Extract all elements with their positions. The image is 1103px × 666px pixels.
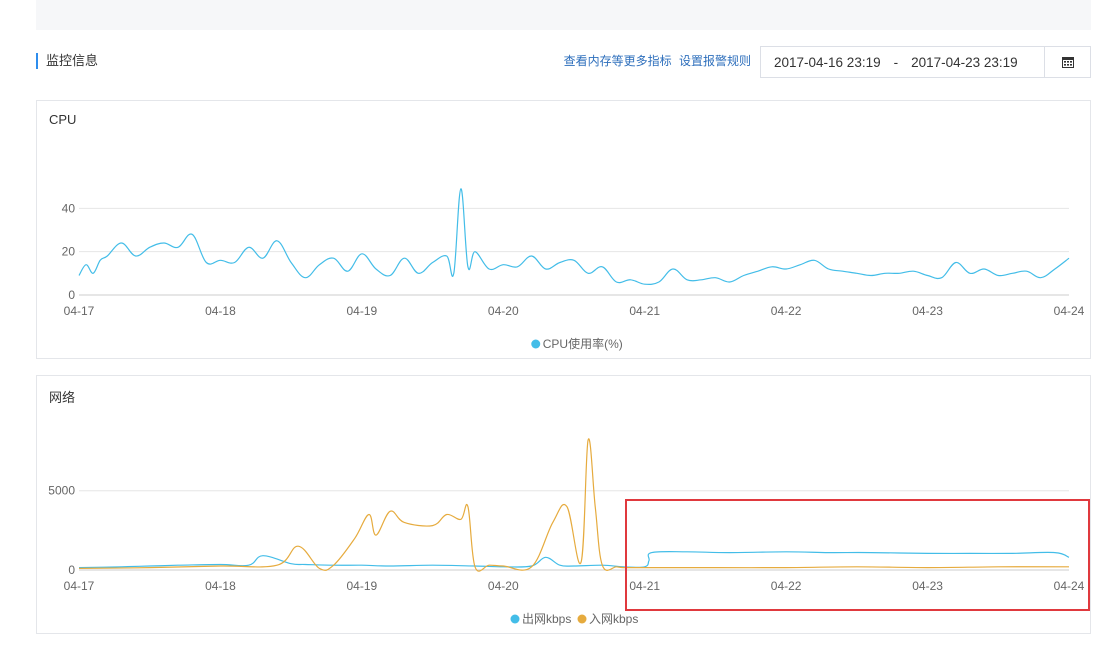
cpu-x-tick-label: 04-21 xyxy=(629,304,660,318)
top-filler-bar xyxy=(36,0,1091,30)
more-metrics-link[interactable]: 查看内存等更多指标 xyxy=(564,54,672,68)
network-x-tick-label: 04-24 xyxy=(1054,579,1085,593)
calendar-icon xyxy=(1061,57,1074,68)
network-chart: 0 5000 04-17 04-18 04-19 04-20 04-21 04-22 04-23… xyxy=(48,438,1085,626)
network-series-line-0 xyxy=(78,551,1070,569)
cpu-x-tick-label: 04-22 xyxy=(771,304,802,318)
network-x-tick-label: 04-23 xyxy=(912,579,943,593)
cpu-x-tick-label: 04-18 xyxy=(205,304,236,318)
network-legend-label[interactable]: 入网kbps xyxy=(589,612,638,626)
network-y-tick-label: 0 xyxy=(68,563,75,577)
network-legend-marker[interactable] xyxy=(510,614,520,624)
cpu-chart-panel: CPU 0 20 40 04-17 04-18 04-19 04-20 04-21 04-22 0… xyxy=(36,100,1091,359)
network-series-line-1 xyxy=(78,438,1070,572)
cpu-chart: 0 20 40 04-17 04-18 04-19 04-20 04-21 04-22 04-23… xyxy=(62,188,1085,351)
cpu-y-tick-label: 20 xyxy=(62,245,76,259)
network-chart-panel: 网络 0 5000 04-17 04-18 04-19 04-20 04-21 04-22 04… xyxy=(36,375,1091,634)
date-range-text[interactable]: 2017-04-16 23:19 - 2017-04-23 23:19 xyxy=(761,55,1044,70)
cpu-legend-label[interactable]: CPU使用率(%) xyxy=(543,336,623,351)
network-x-tick-label: 04-19 xyxy=(347,579,378,593)
alarm-rules-link[interactable]: 设置报警规则 xyxy=(679,54,751,68)
cpu-x-tick-label: 04-20 xyxy=(488,304,519,318)
network-x-tick-label: 04-18 xyxy=(205,579,236,593)
header-links: 查看内存等更多指标 设置报警规则 xyxy=(564,53,751,69)
calendar-button[interactable] xyxy=(1044,47,1090,77)
network-legend-marker[interactable] xyxy=(577,614,587,624)
cpu-y-tick-label: 40 xyxy=(62,201,76,215)
date-range-picker[interactable]: 2017-04-16 23:19 - 2017-04-23 23:19 xyxy=(760,46,1091,78)
network-legend-label[interactable]: 出网kbps xyxy=(522,612,571,626)
cpu-legend-marker[interactable] xyxy=(531,339,541,349)
network-x-tick-label: 04-21 xyxy=(629,579,660,593)
network-x-tick-label: 04-22 xyxy=(771,579,802,593)
network-y-tick-label: 5000 xyxy=(48,484,75,498)
cpu-x-tick-label: 04-19 xyxy=(347,304,378,318)
cpu-series-line-0 xyxy=(78,188,1070,286)
cpu-x-tick-label: 04-24 xyxy=(1054,304,1085,318)
cpu-y-tick-label: 0 xyxy=(68,288,75,302)
network-x-tick-label: 04-20 xyxy=(488,579,519,593)
section-title: 监控信息 xyxy=(36,53,98,69)
cpu-x-tick-label: 04-23 xyxy=(912,304,943,318)
cpu-x-tick-label: 04-17 xyxy=(64,304,95,318)
network-x-tick-label: 04-17 xyxy=(64,579,95,593)
date-start: 2017-04-16 23:19 xyxy=(774,54,881,70)
date-end: 2017-04-23 23:19 xyxy=(911,54,1018,70)
date-separator: - xyxy=(893,54,899,70)
